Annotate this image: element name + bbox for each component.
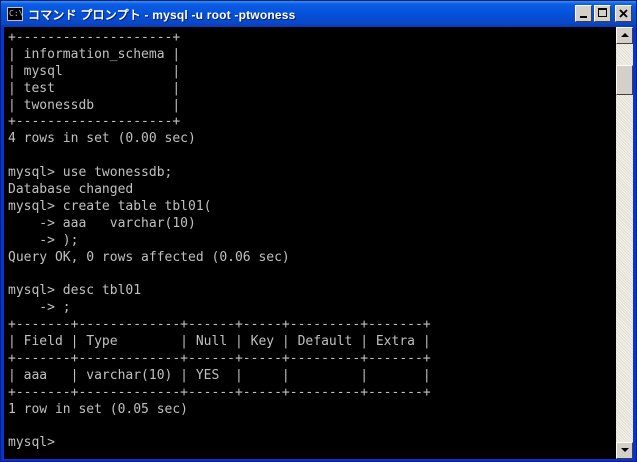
console-line: Query OK, 0 rows affected (0.06 sec) [8, 249, 290, 265]
scroll-up-button[interactable] [616, 27, 633, 44]
window-controls [575, 5, 632, 22]
console-line: | Field | Type | Null | Key | Default | … [8, 334, 431, 350]
console-line: 1 row in set (0.05 sec) [8, 401, 189, 417]
console-line: +--------------------+ [8, 114, 181, 130]
console-line: 4 rows in set (0.00 sec) [8, 131, 196, 147]
console-app-icon[interactable]: C:\ [7, 7, 23, 21]
console-line: -> aaa varchar(10) [8, 215, 196, 231]
console-output[interactable]: +--------------------+ | information_sche… [4, 27, 616, 459]
minimize-icon [580, 16, 587, 18]
console-line: +-------+-------------+------+-----+----… [8, 350, 431, 366]
minimize-button[interactable] [575, 5, 592, 22]
console-line: mysql> use twonessdb; [8, 165, 173, 181]
arrow-down-icon [621, 448, 629, 452]
console-line: | twonessdb | [8, 97, 181, 113]
console-line: | test | [8, 80, 181, 96]
console-line: +--------------------+ [8, 30, 181, 45]
console-line: +-------+-------------+------+-----+----… [8, 384, 431, 400]
console-line: mysql> [8, 435, 55, 451]
console-line: | information_schema | [8, 46, 181, 62]
arrow-up-icon [621, 33, 629, 37]
command-prompt-window: C:\ コマンド プロンプト - mysql -u root -ptwoness… [0, 0, 637, 462]
console-line: -> ; [8, 300, 71, 316]
console-line: -> ); [8, 232, 79, 248]
console-line: mysql> desc tbl01 [8, 283, 142, 299]
maximize-icon [598, 8, 607, 17]
close-button[interactable] [615, 5, 632, 22]
maximize-button[interactable] [594, 5, 611, 22]
console-line: | mysql | [8, 63, 181, 79]
scrollbar-thumb[interactable] [616, 65, 633, 95]
console-line: +-------+-------------+------+-----+----… [8, 317, 431, 333]
title-bar[interactable]: C:\ コマンド プロンプト - mysql -u root -ptwoness [1, 1, 636, 27]
console-client-area: +--------------------+ | information_sche… [4, 27, 633, 459]
close-icon [619, 9, 628, 18]
console-line: Database changed [8, 182, 134, 198]
console-line: mysql> create table tbl01( [8, 198, 212, 214]
vertical-scrollbar[interactable] [616, 27, 633, 459]
console-line: | aaa | varchar(10) | YES | | | | [8, 367, 431, 383]
scroll-down-button[interactable] [616, 442, 633, 459]
window-title: コマンド プロンプト - mysql -u root -ptwoness [28, 7, 296, 22]
